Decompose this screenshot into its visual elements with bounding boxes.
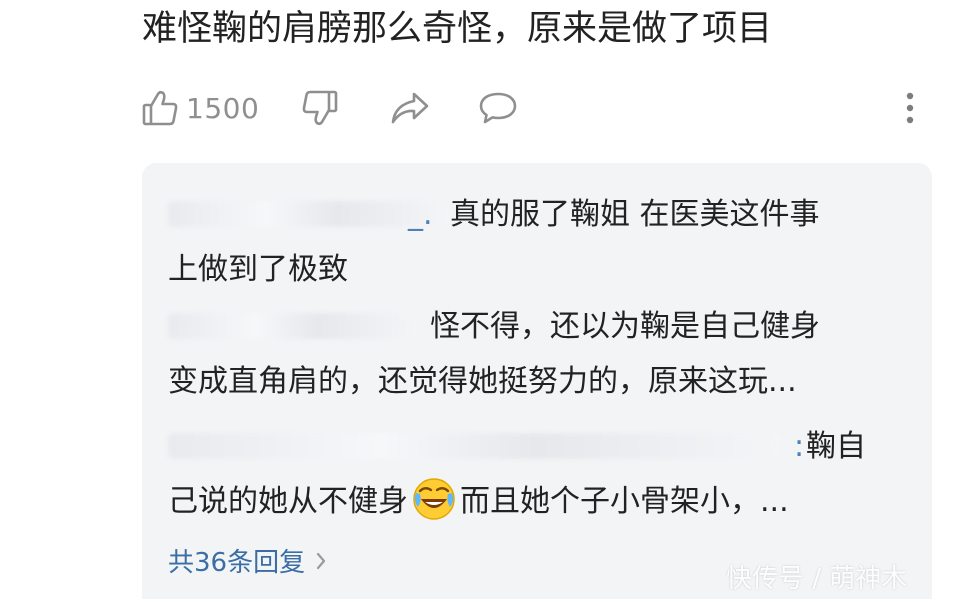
- more-options-button[interactable]: [898, 84, 922, 132]
- share-button[interactable]: [390, 84, 430, 132]
- comment-action-bar: 1500: [142, 84, 932, 132]
- reply-text: 真的服了鞠姐 在医美这件事: [450, 197, 820, 232]
- reply-text-continued-2: 而且她个子小骨架小，...: [460, 484, 789, 519]
- blurred-username: [168, 433, 780, 459]
- dislike-button[interactable]: [302, 84, 338, 132]
- reply-text: 怪不得，还以为鞠是自己健身: [430, 309, 820, 344]
- reply-text-continued: 变成直角肩的，还觉得她挺努力的，原来这玩...: [168, 364, 797, 399]
- reply-username-tail: :: [794, 429, 805, 464]
- reply-text-continued: 上做到了极致: [168, 252, 348, 287]
- view-all-replies-label: 共36条回复: [168, 548, 306, 578]
- laughing-crying-emoji-icon: [412, 477, 456, 521]
- comment-button[interactable]: [478, 84, 518, 132]
- more-vertical-icon: [906, 92, 914, 124]
- blurred-username: [168, 313, 418, 339]
- chevron-right-icon: [315, 543, 327, 583]
- comment-text: 难怪鞠的肩膀那么奇怪，原来是做了项目: [142, 9, 773, 49]
- reply-item: 怪不得，还以为鞠是自己健身 变成直角肩的，还觉得她挺努力的，原来这玩...: [168, 299, 898, 409]
- comment-page: 难怪鞠的肩膀那么奇怪，原来是做了项目 1500 _. 真的服了鞠姐 在医美这件事…: [0, 0, 960, 599]
- watermark: 快传号 / 萌神木: [726, 564, 908, 594]
- comment-icon: [478, 90, 518, 126]
- view-all-replies-link[interactable]: 共36条回复: [168, 543, 327, 583]
- reply-username-tail: _.: [408, 197, 433, 232]
- like-button[interactable]: 1500: [142, 84, 259, 132]
- reply-item: : 鞠自 己说的她从不健身 而且她个子小骨架小，...: [168, 419, 898, 529]
- thumbs-up-icon: [142, 89, 178, 127]
- reply-text: 鞠自: [806, 429, 866, 464]
- thumbs-down-icon: [302, 89, 338, 127]
- replies-preview[interactable]: _. 真的服了鞠姐 在医美这件事 上做到了极致 怪不得，还以为鞠是自己健身 变成…: [142, 163, 932, 599]
- like-count: 1500: [186, 91, 260, 125]
- reply-text-continued: 己说的她从不健身: [168, 484, 408, 519]
- share-icon: [390, 90, 430, 126]
- reply-item: _. 真的服了鞠姐 在医美这件事 上做到了极致: [168, 187, 898, 297]
